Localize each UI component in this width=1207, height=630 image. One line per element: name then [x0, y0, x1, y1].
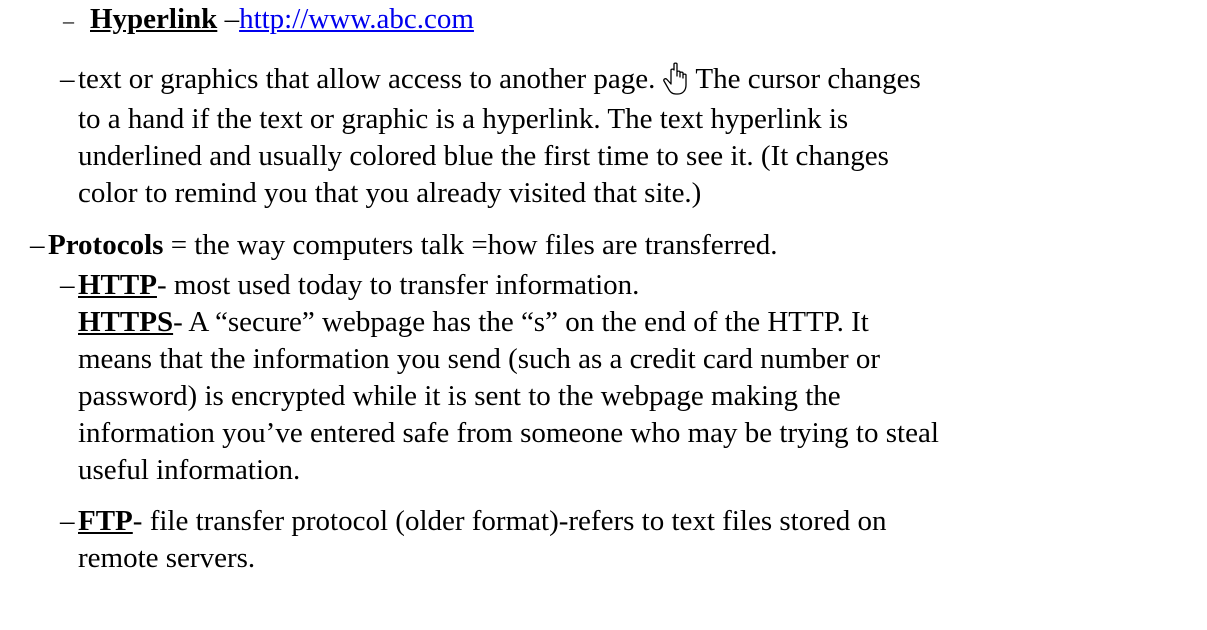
hyperlink-url-link[interactable]: http://www.abc.com — [239, 3, 474, 35]
hyperlink-desc-line-1: text or graphics that allow access to an… — [78, 62, 921, 96]
protocols-text: = the way computers talk =how files are … — [163, 229, 778, 261]
https-text-1: - A “secure” webpage has the “s” on the … — [173, 306, 869, 338]
http-term: HTTP — [78, 269, 157, 301]
hyperlink-separator: – — [217, 3, 240, 35]
bullet-dash: – — [60, 505, 75, 537]
bullet-dash: – — [30, 229, 45, 261]
https-line-3: password) is encrypted while it is sent … — [78, 380, 841, 412]
ftp-term: FTP — [78, 505, 133, 537]
bullet-dash: – — [60, 63, 75, 95]
hyperlink-desc-text-1b: The cursor changes — [695, 63, 921, 95]
hyperlink-desc-text-1a: text or graphics that allow access to an… — [78, 63, 656, 95]
slide-body: – Hyperlink –http://www.abc.com – text o… — [0, 0, 1207, 630]
http-text: - most used today to transfer informatio… — [156, 269, 640, 301]
protocols-term: Protocols — [48, 229, 164, 261]
hyperlink-desc-line-4: color to remind you that you already vis… — [78, 177, 702, 209]
https-line-4: information you’ve entered safe from som… — [78, 417, 939, 449]
ftp-text-1: - file transfer protocol (older format)-… — [132, 505, 887, 537]
hand-pointer-icon — [663, 62, 695, 95]
https-line-1: HTTPS- A “secure” webpage has the “s” on… — [78, 305, 869, 339]
hyperlink-desc-line-3: underlined and usually colored blue the … — [78, 140, 889, 172]
bullet-dash: – — [60, 269, 75, 301]
https-term: HTTPS — [78, 306, 174, 338]
ftp-line-1: FTP- file transfer protocol (older forma… — [78, 504, 886, 538]
http-line: HTTP- most used today to transfer inform… — [78, 268, 639, 302]
ftp-line-2: remote servers. — [78, 542, 256, 574]
hyperlink-line: Hyperlink –http://www.abc.com — [90, 2, 474, 36]
https-line-2: means that the information you send (suc… — [78, 343, 881, 375]
hyperlink-term: Hyperlink — [90, 3, 218, 35]
hyperlink-desc-line-2: to a hand if the text or graphic is a hy… — [78, 103, 849, 135]
https-line-5: useful information. — [78, 454, 301, 486]
bullet-dash: – — [63, 8, 74, 33]
protocols-line: Protocols = the way computers talk =how … — [48, 228, 778, 262]
